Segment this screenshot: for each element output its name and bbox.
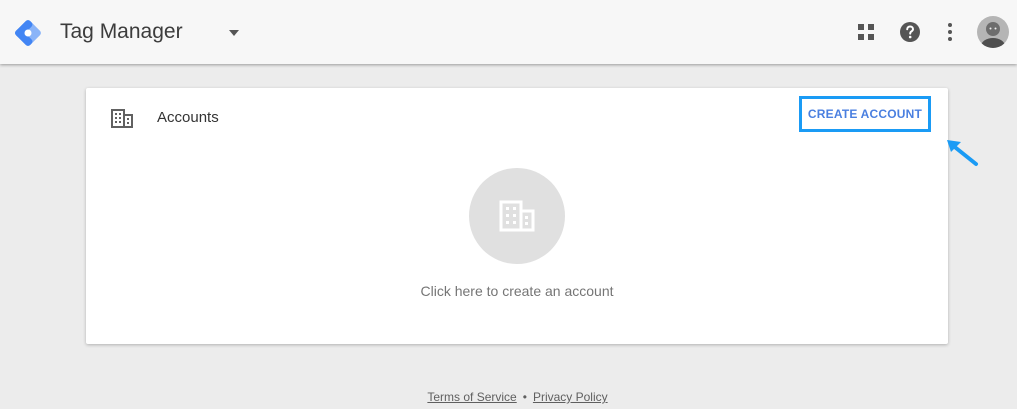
footer-separator: • [522, 390, 527, 404]
avatar[interactable] [977, 16, 1009, 48]
accounts-title: Accounts [157, 109, 219, 126]
tag-manager-logo-icon[interactable] [12, 17, 44, 49]
building-icon [111, 109, 133, 128]
accounts-card: Accounts CREATE ACCOUNT Click here to cr… [86, 88, 948, 344]
create-account-empty-state[interactable] [469, 168, 565, 264]
dropdown-caret-icon[interactable] [224, 26, 244, 40]
building-icon [499, 200, 535, 232]
create-account-link-text[interactable]: Click here to create an account [86, 283, 948, 299]
create-account-button[interactable]: CREATE ACCOUNT [799, 96, 931, 132]
arrow-icon [947, 140, 978, 166]
apps-grid-icon[interactable] [854, 20, 878, 44]
top-app-bar: Tag Manager [0, 0, 1017, 64]
more-vert-icon[interactable] [938, 20, 962, 44]
help-icon[interactable] [898, 20, 922, 44]
app-title: Tag Manager [60, 20, 183, 43]
terms-of-service-link[interactable]: Terms of Service [427, 390, 516, 404]
footer: Terms of Service • Privacy Policy [0, 390, 1017, 404]
privacy-policy-link[interactable]: Privacy Policy [533, 390, 608, 404]
